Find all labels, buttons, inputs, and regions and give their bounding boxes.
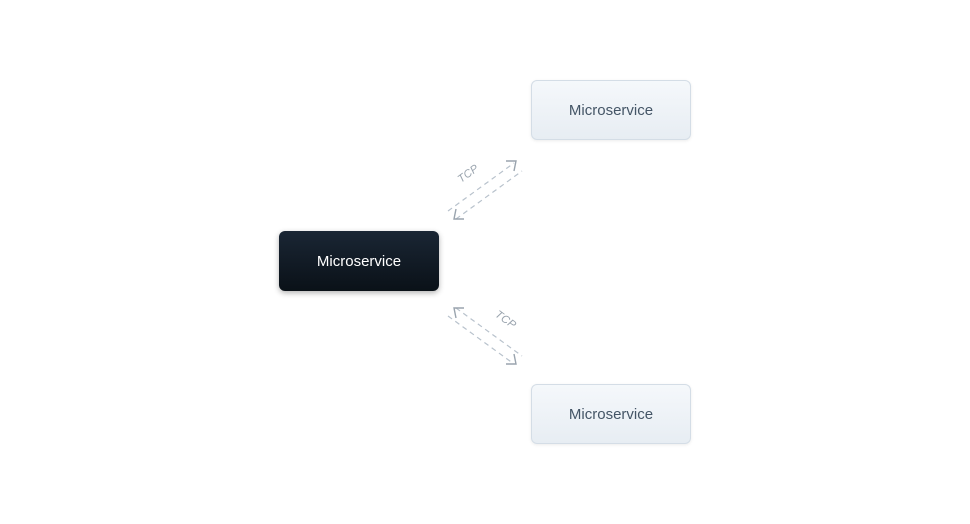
microservice-node-top: Microservice xyxy=(531,80,691,140)
microservice-node-bottom-label: Microservice xyxy=(569,406,653,423)
connector-top-label: TCP xyxy=(456,162,482,185)
connector-top xyxy=(440,155,530,225)
microservice-node-main-label: Microservice xyxy=(317,253,401,270)
microservice-node-main: Microservice xyxy=(279,231,439,291)
connector-bottom-label: TCP xyxy=(493,308,519,331)
connector-bottom xyxy=(440,300,530,370)
microservice-node-top-label: Microservice xyxy=(569,102,653,119)
microservice-node-bottom: Microservice xyxy=(531,384,691,444)
